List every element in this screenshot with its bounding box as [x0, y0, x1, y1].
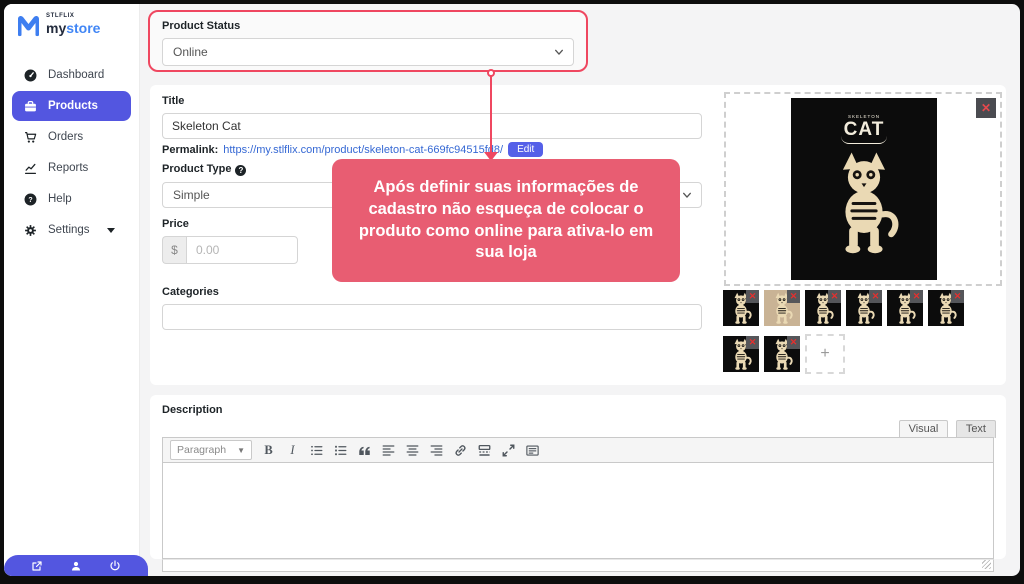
italic-button[interactable]: I: [285, 443, 300, 458]
bold-button[interactable]: B: [261, 443, 276, 458]
info-icon[interactable]: ?: [235, 165, 246, 176]
product-status-select[interactable]: Online: [162, 38, 574, 66]
align-right-icon[interactable]: [429, 443, 444, 458]
sidebar-item-label: Reports: [48, 162, 88, 174]
description-editor: Paragraph ▼ B I: [162, 437, 994, 553]
help-icon: ?: [24, 193, 37, 206]
thumbnail-4[interactable]: ✕: [846, 290, 882, 326]
bulleted-list-icon[interactable]: [309, 443, 324, 458]
description-label: Description: [162, 404, 223, 416]
orders-icon: [24, 131, 37, 144]
sidebar-item-label: Orders: [48, 131, 83, 143]
settings-icon: [24, 224, 37, 237]
main-image-frame: SKELETON CAT ✕: [724, 92, 1002, 286]
editor-statusbar: [162, 559, 994, 572]
description-card: Description Visual Text Paragraph ▼ B I: [150, 395, 1006, 559]
sidebar-item-settings[interactable]: Settings: [12, 215, 131, 245]
remove-thumbnail-icon[interactable]: ✕: [746, 336, 759, 349]
thumbnail-2[interactable]: ✕: [764, 290, 800, 326]
sidebar: STLFLIX mystore Dashboard Products Order…: [4, 4, 140, 576]
product-type-value: Simple: [173, 188, 210, 202]
sidebar-item-reports[interactable]: Reports: [12, 153, 131, 183]
chevron-down-icon: [107, 228, 115, 233]
power-icon[interactable]: [109, 560, 121, 572]
mystore-m-logo-icon: [16, 14, 41, 37]
thumbnail-6[interactable]: ✕: [928, 290, 964, 326]
sidebar-item-label: Dashboard: [48, 69, 104, 81]
chevron-down-icon: [554, 47, 564, 57]
app-window: STLFLIX mystore Dashboard Products Order…: [4, 4, 1020, 576]
user-icon[interactable]: [70, 560, 82, 572]
remove-thumbnail-icon[interactable]: ✕: [787, 336, 800, 349]
onboarding-callout: Após definir suas informações de cadastr…: [332, 159, 680, 282]
edit-permalink-button[interactable]: Edit: [508, 142, 543, 157]
image-caption-big: CAT: [841, 119, 888, 144]
toolbar-toggle-icon[interactable]: [525, 443, 540, 458]
remove-thumbnail-icon[interactable]: ✕: [828, 290, 841, 303]
remove-thumbnail-icon[interactable]: ✕: [910, 290, 923, 303]
tab-text[interactable]: Text: [956, 420, 996, 438]
align-center-icon[interactable]: [405, 443, 420, 458]
thumbnail-5[interactable]: ✕: [887, 290, 923, 326]
remove-thumbnail-icon[interactable]: ✕: [746, 290, 759, 303]
thumbnail-3[interactable]: ✕: [805, 290, 841, 326]
price-label: Price: [162, 218, 298, 230]
callout-text: Após definir suas informações de cadastr…: [348, 177, 664, 264]
price-group: $: [162, 236, 298, 264]
sidebar-item-label: Help: [48, 193, 72, 205]
thumbnail-7[interactable]: ✕: [723, 336, 759, 372]
product-status-value: Online: [173, 45, 208, 59]
sidebar-item-dashboard[interactable]: Dashboard: [12, 60, 131, 90]
title-input[interactable]: [162, 113, 702, 139]
title-label: Title: [162, 95, 702, 107]
product-status-highlight: Product Status Online: [148, 10, 588, 72]
sidebar-item-help[interactable]: ? Help: [12, 184, 131, 214]
add-image-button[interactable]: +: [805, 334, 845, 374]
sidebar-item-products[interactable]: Products: [12, 91, 131, 121]
remove-thumbnail-icon[interactable]: ✕: [787, 290, 800, 303]
numbered-list-icon[interactable]: [333, 443, 348, 458]
remove-thumbnail-icon[interactable]: ✕: [951, 290, 964, 303]
categories-input[interactable]: [162, 304, 702, 330]
permalink-label: Permalink:: [162, 144, 218, 156]
paragraph-select[interactable]: Paragraph ▼: [170, 440, 252, 460]
callout-connector-line: [490, 76, 492, 154]
brand-logo[interactable]: STLFLIX mystore: [16, 13, 100, 37]
tab-visual[interactable]: Visual: [899, 420, 949, 438]
align-left-icon[interactable]: [381, 443, 396, 458]
sidebar-item-label: Settings: [48, 224, 90, 236]
product-status-label: Product Status: [162, 20, 574, 32]
blockquote-icon[interactable]: [357, 443, 372, 458]
dashboard-icon: [24, 69, 37, 82]
brand-name: mystore: [46, 20, 100, 36]
price-input[interactable]: [186, 236, 298, 264]
currency-symbol: $: [162, 236, 186, 264]
external-link-icon[interactable]: [31, 560, 43, 572]
sidebar-item-orders[interactable]: Orders: [12, 122, 131, 152]
sidebar-nav: Dashboard Products Orders Reports ? Help…: [12, 60, 131, 246]
session-toolbar: [4, 555, 148, 576]
products-icon: [24, 100, 37, 113]
remove-main-image-button[interactable]: ✕: [976, 98, 996, 118]
fullscreen-icon[interactable]: [501, 443, 516, 458]
link-icon[interactable]: [453, 443, 468, 458]
sidebar-item-label: Products: [48, 100, 98, 112]
remove-thumbnail-icon[interactable]: ✕: [869, 290, 882, 303]
skeleton-cat-image: [823, 150, 905, 254]
thumbnail-1[interactable]: ✕: [723, 290, 759, 326]
main-product-image: SKELETON CAT: [791, 98, 937, 280]
thumbnail-8[interactable]: ✕: [764, 336, 800, 372]
chevron-down-icon: [682, 190, 692, 200]
read-more-icon[interactable]: [477, 443, 492, 458]
reports-icon: [24, 162, 37, 175]
description-textarea[interactable]: [162, 463, 994, 559]
resize-handle[interactable]: [982, 560, 991, 569]
brand-stlflix: STLFLIX: [46, 13, 100, 19]
permalink-link[interactable]: https://my.stlflix.com/product/skeleton-…: [223, 144, 503, 156]
categories-label: Categories: [162, 286, 702, 298]
svg-text:?: ?: [28, 197, 32, 204]
chevron-down-icon: ▼: [237, 446, 245, 455]
editor-tabs: Visual Text: [896, 419, 996, 438]
editor-toolbar: Paragraph ▼ B I: [162, 437, 994, 463]
